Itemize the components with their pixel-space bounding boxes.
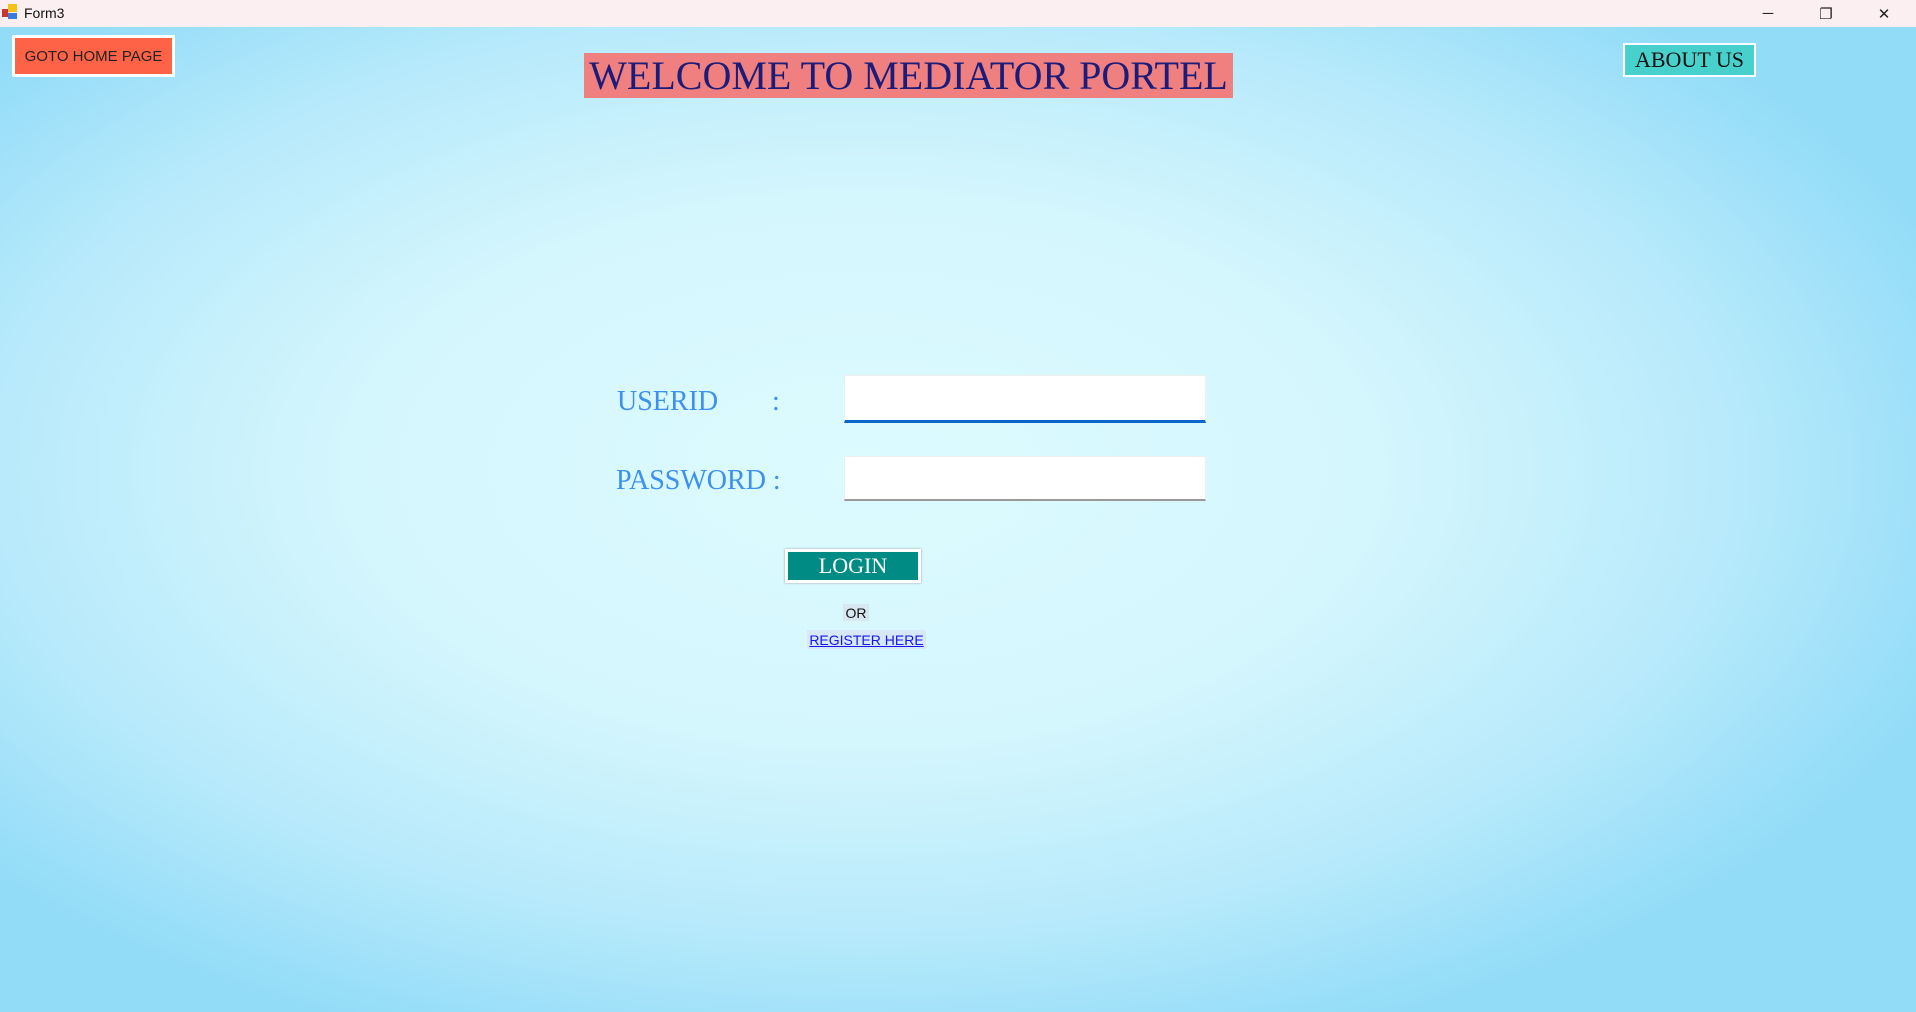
- close-icon[interactable]: ✕: [1861, 0, 1907, 27]
- title-bar: Form3 ─ ❐ ✕: [0, 0, 1916, 27]
- window-title: Form3: [24, 5, 65, 21]
- userid-label: USERID: [617, 386, 719, 417]
- userid-input[interactable]: [844, 375, 1206, 423]
- form-client-area: [0, 27, 1916, 1012]
- or-label: OR: [843, 604, 869, 621]
- about-us-button[interactable]: ABOUT US: [1623, 43, 1756, 77]
- page-title: WELCOME TO MEDIATOR PORTEL: [584, 53, 1233, 98]
- restore-icon[interactable]: ❐: [1803, 0, 1849, 27]
- minimize-icon[interactable]: ─: [1745, 0, 1791, 27]
- login-button[interactable]: LOGIN: [785, 549, 921, 583]
- goto-home-page-button[interactable]: GOTO HOME PAGE: [12, 35, 175, 77]
- password-input[interactable]: [844, 456, 1206, 501]
- app-icon: [2, 4, 17, 19]
- register-here-link[interactable]: REGISTER HERE: [807, 630, 926, 649]
- userid-colon: :: [772, 386, 780, 417]
- password-label: PASSWORD :: [616, 465, 781, 496]
